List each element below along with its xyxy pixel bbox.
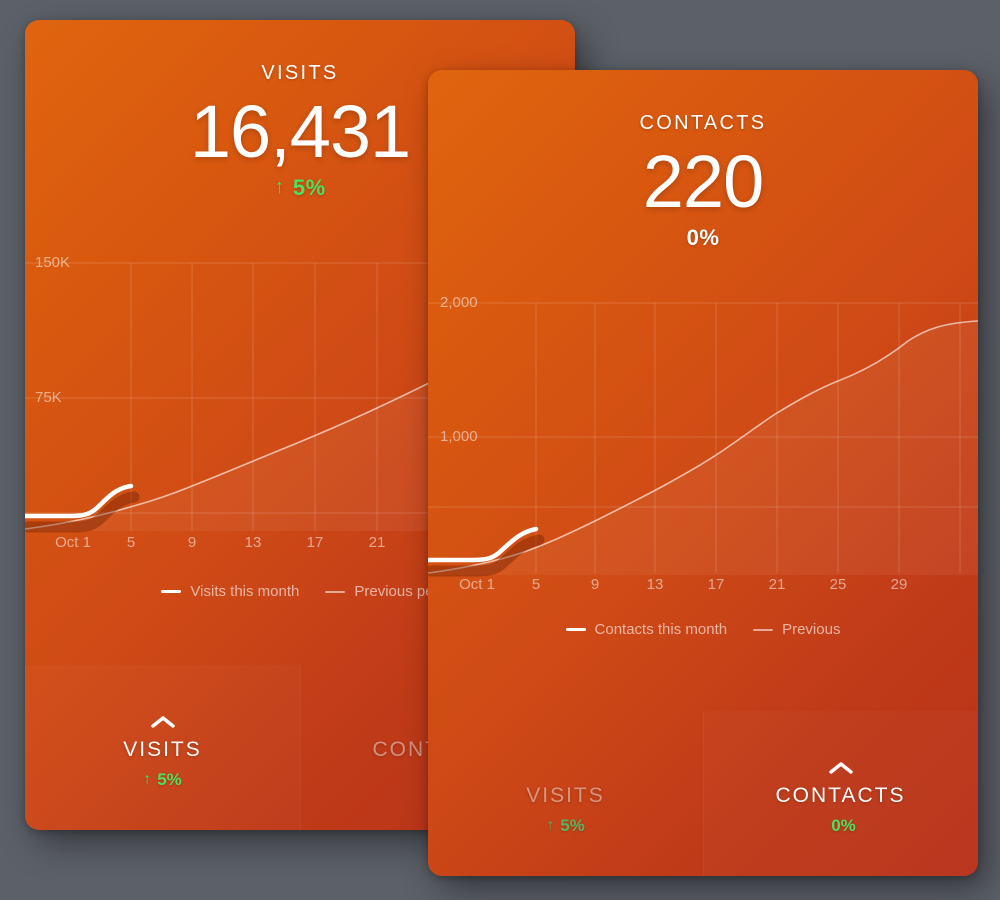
tab-label: VISITS: [123, 737, 202, 761]
x-axis-label: 25: [830, 576, 847, 593]
arrow-up-icon: ↑: [546, 816, 555, 834]
status-badge: 0%: [428, 225, 978, 251]
tab-delta: ↑ 5%: [546, 816, 585, 836]
y-axis-label: 1,000: [440, 428, 478, 445]
tab-contacts[interactable]: CONTACTS 0%: [703, 711, 978, 876]
legend-swatch-icon: [325, 590, 346, 593]
kpi-delta-value: 0%: [686, 224, 720, 250]
tab-label: CONTACTS: [775, 783, 906, 807]
x-axis-label: 13: [647, 576, 664, 593]
tab-delta: ↑ 5%: [143, 770, 182, 790]
legend-label: Previous: [782, 621, 841, 638]
legend-label: Contacts this month: [594, 621, 728, 638]
chart-legend: Contacts this month Previous: [428, 621, 978, 638]
legend-swatch-icon: [565, 628, 586, 631]
legend-item-previous[interactable]: Previous per: [325, 583, 439, 600]
previous-period-area: [428, 321, 978, 575]
legend-item-current[interactable]: Contacts this month: [565, 621, 728, 638]
tab-delta-value: 5%: [560, 815, 585, 835]
chart-contacts[interactable]: 2,000 1,000 Oct 1 5 9 13 17 21 25 29: [428, 285, 978, 605]
tab-delta: 0%: [825, 816, 856, 836]
tab-label: VISITS: [526, 783, 605, 807]
kpi-delta-value: 5%: [292, 174, 326, 200]
chevron-placeholder: [554, 762, 578, 774]
x-axis-label: Oct 1: [55, 534, 91, 551]
x-axis-label: 9: [591, 576, 599, 593]
card-tab-bar: VISITS ↑ 5% CONTACTS 0%: [428, 711, 978, 876]
legend-item-previous[interactable]: Previous: [753, 621, 840, 638]
x-axis-label: 21: [369, 534, 386, 551]
kpi-card-contacts[interactable]: CONTACTS 220 0% 2,000 1,000 Oct 1 5 9 13…: [428, 70, 978, 876]
page-title: CONTACTS: [639, 112, 767, 134]
arrow-up-icon: ↑: [274, 176, 285, 199]
tab-delta-value: 5%: [157, 769, 182, 789]
tab-delta-value: 0%: [831, 815, 856, 835]
card-header: CONTACTS 220 0%: [428, 70, 978, 251]
legend-swatch-icon: [753, 628, 774, 631]
legend-label: Previous per: [354, 583, 439, 600]
x-axis-label: 17: [708, 576, 725, 593]
x-axis-label: 5: [127, 534, 135, 551]
x-axis-label: 13: [245, 534, 262, 551]
legend-label: Visits this month: [190, 583, 300, 600]
y-axis-label: 2,000: [440, 294, 478, 311]
x-axis-label: 17: [307, 534, 324, 551]
arrow-up-icon: ↑: [143, 770, 152, 788]
y-axis-label: 150K: [35, 254, 70, 271]
x-axis-label: 29: [891, 576, 908, 593]
tab-visits[interactable]: VISITS ↑ 5%: [428, 711, 703, 876]
tab-visits[interactable]: VISITS ↑ 5%: [25, 665, 300, 830]
y-axis-label: 75K: [35, 389, 62, 406]
kpi-value: 220: [642, 140, 764, 223]
chevron-up-icon: [150, 715, 175, 728]
x-axis-label: 21: [769, 576, 786, 593]
x-axis-label: 9: [188, 534, 196, 551]
x-axis-label: Oct 1: [459, 576, 495, 593]
legend-swatch-icon: [161, 590, 182, 593]
legend-item-current[interactable]: Visits this month: [161, 583, 299, 600]
chevron-up-icon: [828, 761, 853, 774]
x-axis-label: 5: [532, 576, 540, 593]
